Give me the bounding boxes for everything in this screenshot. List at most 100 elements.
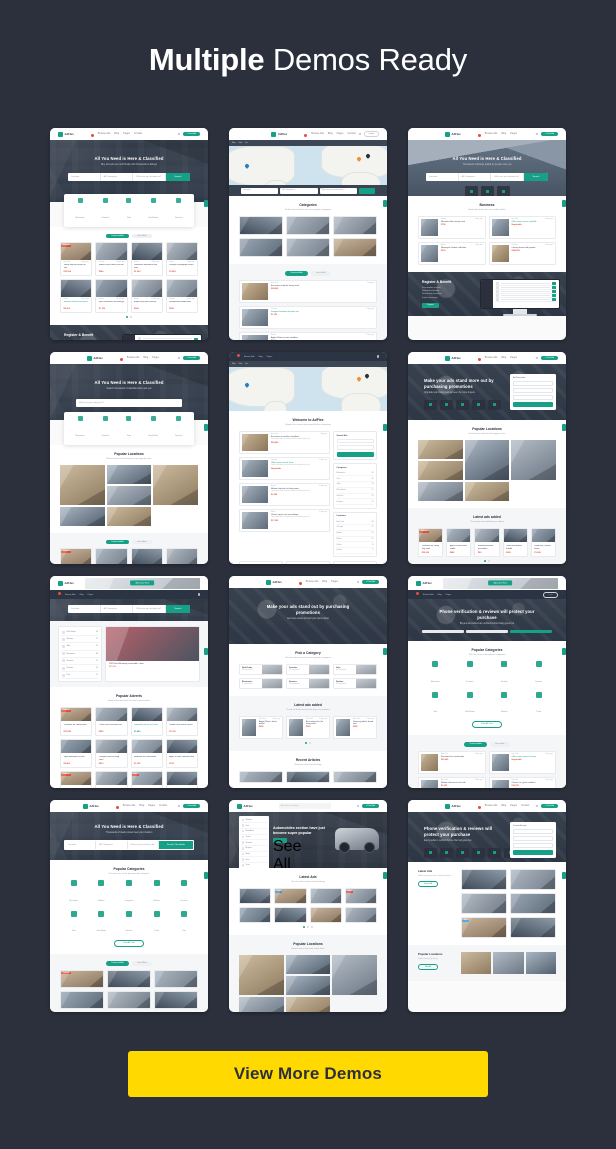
map-toolbar[interactable]: Map Grid List <box>229 361 387 367</box>
ad-card[interactable] <box>510 917 556 938</box>
ad-list-item[interactable]: New York 2 days ago Art restoring for the … <box>286 716 330 740</box>
ad-title[interactable]: Office tower space for lease <box>512 756 554 758</box>
nav-item[interactable]: Browse Ads <box>485 356 498 361</box>
ad-tabs[interactable]: Featured Ads Latest Ads <box>60 960 198 966</box>
ad-card[interactable]: Vintage chronograph watch$1,850 <box>165 548 198 564</box>
user-icon[interactable] <box>356 580 360 584</box>
search-button[interactable]: Search <box>166 173 190 182</box>
ad-card[interactable]: Designer sofa for living room $910 <box>95 739 128 769</box>
mini-navbar[interactable]: Browse Ads Blog Pages <box>229 352 387 361</box>
search-bar[interactable]: What are you looking for? <box>76 399 182 408</box>
category-item[interactable]: Travel <box>522 691 557 718</box>
ad-list-item[interactable]: Austin 5 days ago Motorcycle helmet collec… <box>418 242 486 265</box>
map-filter[interactable]: List <box>245 363 248 365</box>
ad-card[interactable]: Featured New York 2 days ago Heavy duty exc… <box>60 242 93 277</box>
ad-title[interactable]: Art restoring for the living room <box>306 721 327 725</box>
nav-right[interactable]: Login <box>543 591 558 598</box>
category-item[interactable]: Electronics <box>418 661 453 687</box>
nav-right[interactable]: + Post Ad <box>356 804 379 808</box>
form-field[interactable] <box>513 381 553 386</box>
search-bar[interactable]: Location All Categories What are you loo… <box>64 840 194 851</box>
demo-card-mountain-hero-home[interactable]: AdFlex Browse Ads Blog Pages + Post Ad A… <box>408 128 566 340</box>
location-tile[interactable] <box>285 955 331 974</box>
post-ad-button[interactable]: + Post Ad <box>540 804 558 808</box>
dot[interactable] <box>309 742 311 745</box>
category-item[interactable]: Mobiles <box>88 880 116 906</box>
location-tile[interactable] <box>239 997 284 1012</box>
category-item[interactable]: Computers <box>115 880 143 906</box>
demo-card-top-banner-home[interactable]: AdFlex Advertise Here Browse Ads Blog Pa… <box>50 576 208 788</box>
ad-card[interactable]: Austin 1 week ago Bright living room inter… <box>130 279 163 314</box>
category-sidebar[interactable]: Real Estate 42 Vehicles 37 Jobs 21 Electron… <box>58 626 102 683</box>
ad-card[interactable] <box>239 888 272 904</box>
category-item[interactable]: Pets <box>170 910 198 937</box>
ad-title[interactable]: Bright living room interior <box>134 301 159 306</box>
category-tile[interactable] <box>286 238 330 257</box>
dot[interactable] <box>307 926 309 928</box>
category-tile[interactable] <box>239 238 283 257</box>
ad-title[interactable]: Sport motorbike low mileage <box>99 301 124 306</box>
ad-card[interactable]: Golden wrist watch classic $1,790 <box>165 707 198 737</box>
ad-card[interactable]: Tablet and mobile bundle $430 <box>502 528 528 557</box>
ad-title[interactable]: Industrial warehouse space <box>64 301 89 306</box>
location-tile[interactable] <box>525 952 556 974</box>
ad-card[interactable]: New <box>461 917 507 938</box>
location-tile[interactable] <box>464 440 510 480</box>
search-button[interactable] <box>358 187 375 194</box>
post-ad-button[interactable]: + Post Ad <box>361 804 379 808</box>
nav-links[interactable]: Browse Ads Blog Pages Contact <box>90 132 175 137</box>
tab-latest[interactable]: Latest Ads <box>310 271 331 276</box>
search-category-select[interactable]: All Categories <box>96 841 128 850</box>
post-ad-button[interactable]: + Post Ad <box>182 804 200 808</box>
search-keyword-input[interactable]: What are you looking for? <box>133 605 167 613</box>
category-chip[interactable] <box>456 399 469 410</box>
ad-card[interactable] <box>461 869 507 890</box>
dot[interactable] <box>126 316 128 319</box>
category-chip[interactable] <box>440 847 453 858</box>
ad-title[interactable]: Excavator ready for heavy work <box>271 285 374 287</box>
view-all-categories-button[interactable]: View All Cats <box>114 940 144 947</box>
ad-card[interactable]: Featured <box>60 969 104 988</box>
location-tile[interactable] <box>511 440 556 480</box>
ad-card[interactable] <box>510 869 556 890</box>
user-icon[interactable] <box>197 593 200 596</box>
ad-card[interactable] <box>510 893 556 914</box>
category-chip[interactable] <box>424 399 437 410</box>
location-tile[interactable] <box>106 464 152 484</box>
post-ad-button[interactable]: + Post Ad <box>361 580 379 584</box>
category-strip[interactable]: Electronics Furniture Jobs Real Estate S… <box>64 412 194 445</box>
category-strip[interactable]: Electronics Furniture Jobs Real Estate S… <box>64 194 194 227</box>
ad-card[interactable]: Modern office desk chair set$240 <box>95 548 128 564</box>
form-submit-button[interactable] <box>513 402 553 407</box>
tab-latest[interactable]: Latest Ads <box>489 741 510 747</box>
ad-tabs[interactable]: Featured Ads Latest Ads <box>60 233 198 239</box>
secondary-navbar[interactable]: Browse Ads Blog Pages Login <box>408 590 566 599</box>
ad-list-item[interactable]: New York 2 days ago Office tower space for… <box>488 750 556 774</box>
category-chip[interactable] <box>496 186 510 196</box>
nav-item[interactable]: Blog <box>259 356 263 358</box>
ad-card[interactable]: Miami 5 days ago Vintage chronograph watch… <box>165 242 198 277</box>
nav-right[interactable]: + Post Ad <box>535 132 558 136</box>
category-item[interactable]: Real Estate <box>88 910 116 937</box>
form-submit-button[interactable] <box>513 850 553 855</box>
category-tile[interactable] <box>333 238 377 257</box>
dot[interactable] <box>484 560 486 562</box>
ad-list-item[interactable]: Boston 3 days ago Modern furniture for liv… <box>239 483 330 506</box>
ad-title[interactable]: Tablet and mobile bundle <box>506 545 524 550</box>
category-item[interactable]: Services <box>175 198 182 223</box>
ad-card[interactable]: Denver 1 week ago Sport motorbike low mile… <box>95 279 128 314</box>
ad-title[interactable]: Apple iPhone latest model <box>450 545 468 550</box>
category-item[interactable]: Electronics <box>76 198 85 223</box>
search-location-input[interactable]: Location <box>241 187 279 194</box>
search-category-select[interactable]: All Categories <box>280 187 318 194</box>
top-search[interactable]: Search for a vehicle... <box>256 803 354 809</box>
nav-item[interactable]: Pages <box>148 804 155 809</box>
tab-featured[interactable]: Featured Ads <box>106 539 129 545</box>
login-button[interactable]: Login <box>363 131 379 137</box>
demo-card-single-search-home[interactable]: AdFlex Browse Ads Blog Pages + Post Ad A… <box>50 352 208 564</box>
map-filter[interactable]: Map <box>232 363 236 365</box>
ad-title[interactable]: Apple iPhone, latest model <box>259 721 280 725</box>
ad-list-item[interactable]: New York 3 days ago Office tower space ava… <box>488 216 556 239</box>
map-hero[interactable]: Map Grid List <box>229 361 387 411</box>
category-item[interactable]: Furniture <box>453 661 488 687</box>
